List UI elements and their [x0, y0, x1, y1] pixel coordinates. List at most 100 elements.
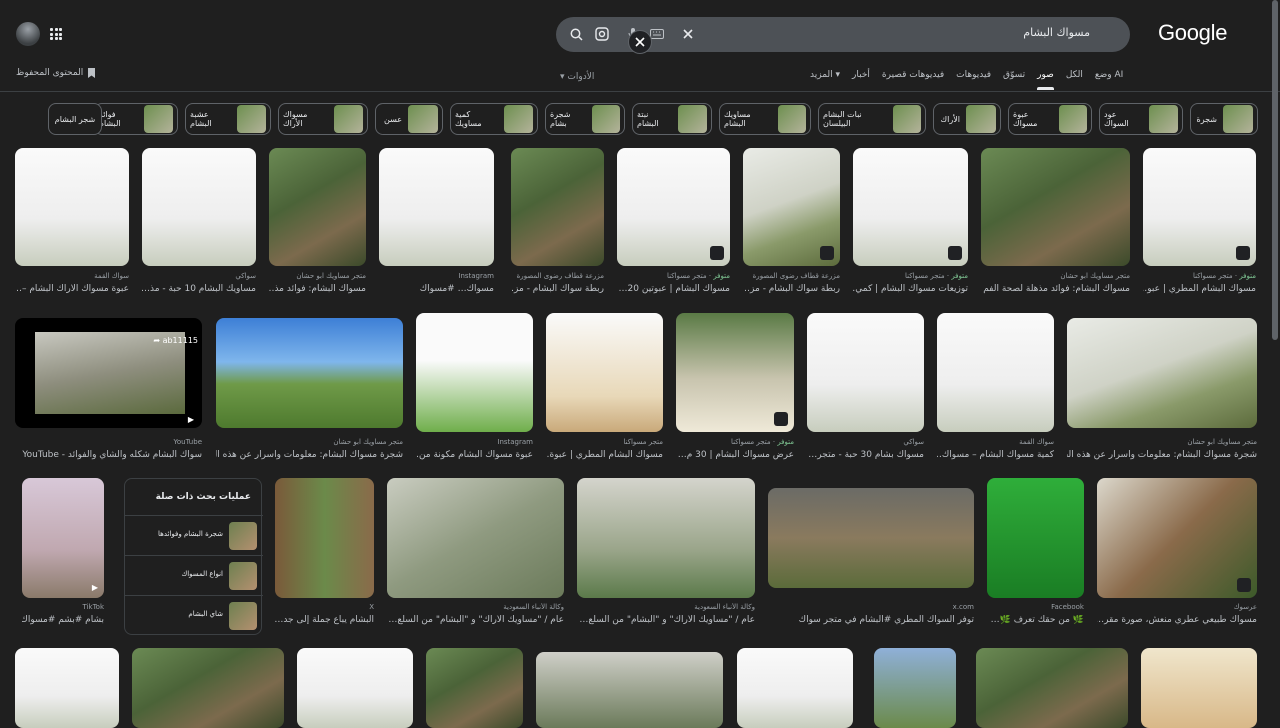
tab-ai-mode[interactable]: وضع AI: [1095, 70, 1123, 90]
apps-grid-icon[interactable]: [50, 28, 62, 40]
image-result[interactable]: [676, 313, 794, 432]
tab-images[interactable]: صور: [1037, 70, 1054, 90]
image-result[interactable]: [937, 313, 1054, 432]
result-source[interactable]: متجر مسواكنا: [546, 438, 663, 446]
result-title[interactable]: مسواك البشام | عبوتين 20…: [617, 284, 730, 294]
tab-shopping[interactable]: تسوّق: [1003, 70, 1025, 90]
result-source[interactable]: Facebook: [987, 603, 1084, 611]
result-title[interactable]: عرض مسواك البشام | 30 م…: [676, 450, 794, 460]
image-result[interactable]: [511, 148, 604, 266]
tab-all[interactable]: الكل: [1066, 70, 1083, 90]
chip[interactable]: مساويك البشام: [719, 103, 811, 135]
chip[interactable]: شجرة بشام: [545, 103, 625, 135]
result-title[interactable]: كمية مسواك البشام – مسواك…: [937, 450, 1054, 460]
related-search-item[interactable]: شاي البشام: [125, 595, 263, 635]
result-source[interactable]: مزرعة قطاف رضوى المصورة: [743, 272, 840, 280]
result-title[interactable]: بشام #بشم #مسواك #…: [22, 615, 104, 625]
result-source[interactable]: YouTube: [15, 438, 202, 446]
chip[interactable]: الأراك: [933, 103, 1001, 135]
image-result[interactable]: [853, 148, 968, 266]
result-title[interactable]: مسواك البشام: فوائد مذ…: [269, 284, 366, 294]
chip[interactable]: عود السواك: [1099, 103, 1183, 135]
close-icon[interactable]: [628, 30, 652, 54]
image-result[interactable]: [546, 313, 663, 432]
result-title[interactable]: سواك البشام شكله والشاي والفوائد - YouTu…: [15, 450, 202, 460]
result-source[interactable]: متوفر · متجر مسواكنا: [617, 272, 730, 280]
result-title[interactable]: مسواك البشام المطري | عبوة…: [546, 450, 663, 460]
tab-videos[interactable]: فيديوهات: [956, 70, 991, 90]
result-title[interactable]: مسواك… #مسواك: [379, 284, 494, 294]
image-result[interactable]: [768, 488, 974, 588]
video-result[interactable]: ➦ ab11115 ▶: [15, 318, 202, 428]
chip[interactable]: نبتة البشام: [632, 103, 712, 135]
result-title[interactable]: عام / "مساويك الأراك" و "البشام" من السل…: [577, 615, 755, 625]
search-icon[interactable]: [567, 25, 585, 43]
scrollbar[interactable]: [1272, 0, 1278, 340]
clear-icon[interactable]: [679, 25, 697, 43]
result-source[interactable]: سواكي: [142, 272, 256, 280]
image-result[interactable]: [737, 648, 853, 728]
result-source[interactable]: متوفر · متجر مسواكنا: [853, 272, 968, 280]
result-title[interactable]: ربطة سواك البشام - مز…: [743, 284, 840, 294]
result-source[interactable]: متوفر · متجر مسواكنا: [676, 438, 794, 446]
tab-more[interactable]: المزيد ▾: [810, 70, 840, 90]
saved-content-link[interactable]: المحتوى المحفوظ: [16, 68, 96, 78]
result-source[interactable]: X: [275, 603, 374, 611]
result-source[interactable]: متجر مساويك ابو حشان: [981, 272, 1130, 280]
chip[interactable]: عسن: [375, 103, 443, 135]
tab-news[interactable]: أخبار: [852, 70, 870, 90]
image-result[interactable]: [577, 478, 755, 598]
result-title[interactable]: عبوة مسواك البشام مكونة من…: [416, 450, 533, 460]
result-title[interactable]: مسواك طبيعي عطري منعش، صورة مقر…: [1097, 615, 1257, 625]
google-logo[interactable]: Google: [1158, 20, 1227, 46]
result-title[interactable]: توفر السواك المطري #البشام في متجر سواك: [768, 615, 974, 625]
result-source[interactable]: TikTok: [22, 603, 104, 611]
video-result[interactable]: ▶: [22, 478, 104, 598]
result-source[interactable]: متجر مساويك ابو حشان: [1067, 438, 1257, 446]
chip[interactable]: شجر البشام: [48, 103, 102, 135]
image-result[interactable]: [743, 148, 840, 266]
chip[interactable]: شجرة: [1190, 103, 1258, 135]
image-result[interactable]: [297, 648, 413, 728]
image-result[interactable]: [387, 478, 564, 598]
result-source[interactable]: متجر مساويك ابو حشان: [216, 438, 403, 446]
image-result[interactable]: [807, 313, 924, 432]
result-source[interactable]: سواك القمة: [15, 272, 129, 280]
result-source[interactable]: Instagram: [416, 438, 533, 446]
chip[interactable]: عبوة مسواك: [1008, 103, 1092, 135]
image-result[interactable]: [1067, 318, 1257, 428]
share-icon[interactable]: ➦ ab11115: [153, 336, 198, 345]
image-result[interactable]: [1097, 478, 1257, 598]
image-result[interactable]: [617, 148, 730, 266]
result-source[interactable]: متوفر · متجر مسواكنا: [1143, 272, 1256, 280]
result-source[interactable]: متجر مساويك ابو حشان: [269, 272, 366, 280]
image-result[interactable]: [987, 478, 1084, 598]
chip[interactable]: كمية مساويك: [450, 103, 538, 135]
image-result[interactable]: [15, 148, 129, 266]
chip[interactable]: مسواك الأراك: [278, 103, 368, 135]
related-search-item[interactable]: انواع المسواك: [125, 555, 263, 595]
result-source[interactable]: x.com: [768, 603, 974, 611]
result-source[interactable]: عرسوك: [1097, 603, 1257, 611]
result-source[interactable]: سواك القمة: [937, 438, 1054, 446]
image-result[interactable]: [976, 648, 1128, 728]
result-source[interactable]: مزرعة قطاف رضوى المصورة: [511, 272, 604, 280]
image-result[interactable]: [216, 318, 403, 428]
image-result[interactable]: [426, 648, 523, 728]
result-source[interactable]: سواكي: [807, 438, 924, 446]
result-title[interactable]: مساويك البشام 10 حبة - مذ…: [142, 284, 256, 294]
result-title[interactable]: عبوة مسواك الاراك البشام –…: [15, 284, 129, 294]
result-title[interactable]: شجرة مسواك البشام: معلومات وأسرار عن هذه…: [216, 450, 403, 460]
result-source[interactable]: وكالة الأنباء السعودية: [577, 603, 755, 611]
chip[interactable]: فوائد البشام: [94, 103, 178, 135]
lens-icon[interactable]: [593, 25, 611, 43]
image-result[interactable]: [1141, 648, 1257, 728]
image-result[interactable]: [142, 148, 256, 266]
result-title[interactable]: مسواك البشام المطري | عبو…: [1143, 284, 1256, 294]
result-title[interactable]: مسواك البشام: فوائد مذهلة لصحة الفم: [981, 284, 1130, 294]
image-result[interactable]: [416, 313, 533, 432]
result-title[interactable]: توزيعات مسواك البشام | كمي…: [853, 284, 968, 294]
avatar[interactable]: [16, 22, 40, 46]
image-result[interactable]: [536, 652, 723, 728]
image-result[interactable]: [981, 148, 1130, 266]
